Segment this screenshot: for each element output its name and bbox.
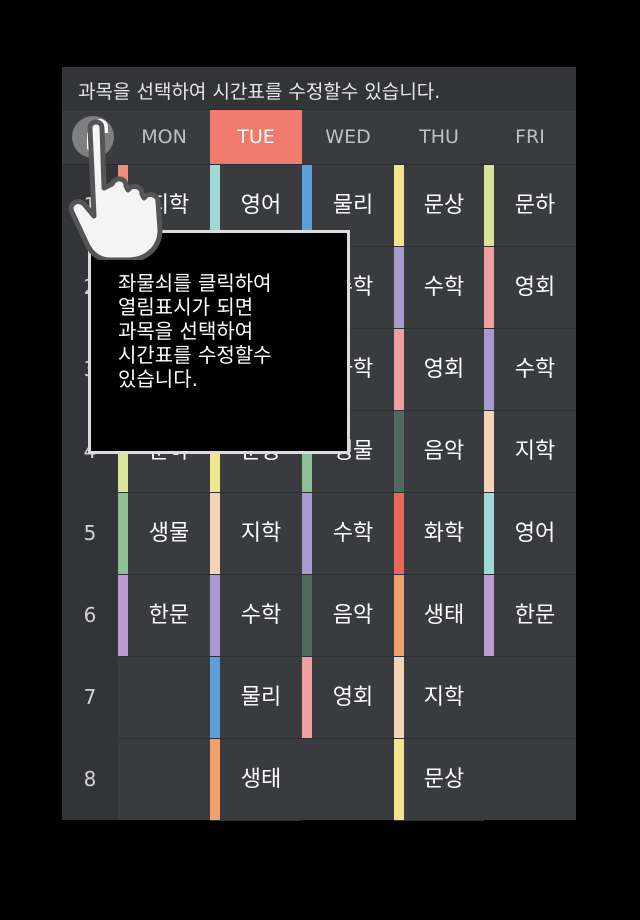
subject-color-bar (394, 575, 404, 656)
subject-name: 생태 (240, 767, 282, 792)
subject-cell-thu-3[interactable]: 영회 (394, 329, 484, 411)
subject-name: 한문 (148, 603, 190, 628)
subject-name: 생태 (423, 603, 465, 628)
subject-name: 지학 (423, 685, 465, 710)
subject-name: 생물 (148, 521, 190, 546)
subject-name: 수학 (332, 521, 374, 546)
tutorial-popup: 좌물쇠를 클릭하여 열림표시가 되면 과목을 선택하여 시간표를 수정할수 있습… (88, 230, 350, 454)
subject-name: 음악 (332, 603, 374, 628)
subject-name: 한문 (514, 603, 556, 628)
header-hint-text: 과목을 선택하여 시간표를 수정할수 있습니다. (78, 81, 441, 103)
subject-name: 물리 (240, 685, 282, 710)
day-fri[interactable]: FRI (484, 110, 576, 164)
subject-cell-mon-5[interactable]: 생물 (118, 493, 210, 575)
subject-color-bar (484, 493, 494, 574)
subject-color-bar (394, 493, 404, 574)
subject-cell-thu-4[interactable]: 음악 (394, 411, 484, 493)
subject-color-bar (394, 739, 404, 820)
subject-color-bar (302, 493, 312, 574)
subject-cell-fri-6[interactable]: 한문 (484, 575, 576, 657)
subject-cell-thu-8[interactable]: 문상 (394, 739, 484, 821)
subject-name: 문하 (514, 193, 556, 218)
subject-cell-tue-6[interactable]: 수학 (210, 575, 302, 657)
subject-color-bar (210, 493, 220, 574)
subject-cell-tue-7[interactable]: 물리 (210, 657, 302, 739)
subject-cell-fri-4[interactable]: 지학 (484, 411, 576, 493)
subject-color-bar (302, 575, 312, 656)
subject-cell-thu-5[interactable]: 화학 (394, 493, 484, 575)
subject-cell-mon-6[interactable]: 한문 (118, 575, 210, 657)
subject-name: 영회 (514, 275, 556, 300)
subject-cell-thu-6[interactable]: 생태 (394, 575, 484, 657)
subject-cell-fri-1[interactable]: 문하 (484, 165, 576, 247)
subject-color-bar (484, 165, 494, 246)
period-number: 5 (83, 521, 97, 545)
subject-name: 수학 (514, 357, 556, 382)
header-bar: 과목을 선택하여 시간표를 수정할수 있습니다. (62, 67, 576, 110)
subject-color-bar (394, 165, 404, 246)
subject-color-bar (394, 657, 404, 738)
subject-cell-tue-5[interactable]: 지학 (210, 493, 302, 575)
subject-name: 문상 (423, 767, 465, 792)
subject-name: 수학 (240, 603, 282, 628)
subject-color-bar (394, 247, 404, 328)
subject-color-bar (484, 247, 494, 328)
tutorial-text: 좌물쇠를 클릭하여 열림표시가 되면 과목을 선택하여 시간표를 수정할수 있습… (118, 271, 272, 391)
day-wed[interactable]: WED (302, 110, 394, 164)
period-number: 7 (83, 685, 97, 709)
subject-cell-thu-1[interactable]: 문상 (394, 165, 484, 247)
subject-cell-tue-8[interactable]: 생태 (210, 739, 302, 821)
subject-cell-fri-3[interactable]: 수학 (484, 329, 576, 411)
subject-color-bar (394, 411, 404, 492)
subject-color-bar (484, 575, 494, 656)
subject-name: 음악 (423, 439, 465, 464)
period-number: 8 (83, 767, 97, 791)
subject-cell-thu-7[interactable]: 지학 (394, 657, 484, 739)
subject-name: 지학 (514, 439, 556, 464)
day-thu[interactable]: THU (394, 110, 484, 164)
subject-name: 수학 (423, 275, 465, 300)
subject-name: 지학 (240, 521, 282, 546)
subject-name: 문상 (423, 193, 465, 218)
subject-cell-fri-2[interactable]: 영회 (484, 247, 576, 329)
subject-color-bar (210, 575, 220, 656)
period-number: 6 (83, 603, 97, 627)
subject-cell-wed-5[interactable]: 수학 (302, 493, 394, 575)
subject-color-bar (210, 739, 220, 820)
subject-name: 영회 (423, 357, 465, 382)
pointing-hand-icon (68, 119, 163, 260)
subject-cell-wed-7[interactable]: 영회 (302, 657, 394, 739)
day-tue[interactable]: TUE (210, 110, 302, 164)
subject-cell-thu-2[interactable]: 수학 (394, 247, 484, 329)
subject-name: 영회 (332, 685, 374, 710)
subject-name: 화학 (423, 521, 465, 546)
subject-cell-fri-5[interactable]: 영어 (484, 493, 576, 575)
subject-color-bar (394, 329, 404, 410)
subject-name: 영어 (514, 521, 556, 546)
subject-cell-wed-6[interactable]: 음악 (302, 575, 394, 657)
subject-color-bar (118, 493, 128, 574)
subject-color-bar (302, 657, 312, 738)
subject-color-bar (484, 411, 494, 492)
subject-color-bar (484, 329, 494, 410)
subject-color-bar (118, 575, 128, 656)
subject-color-bar (210, 657, 220, 738)
